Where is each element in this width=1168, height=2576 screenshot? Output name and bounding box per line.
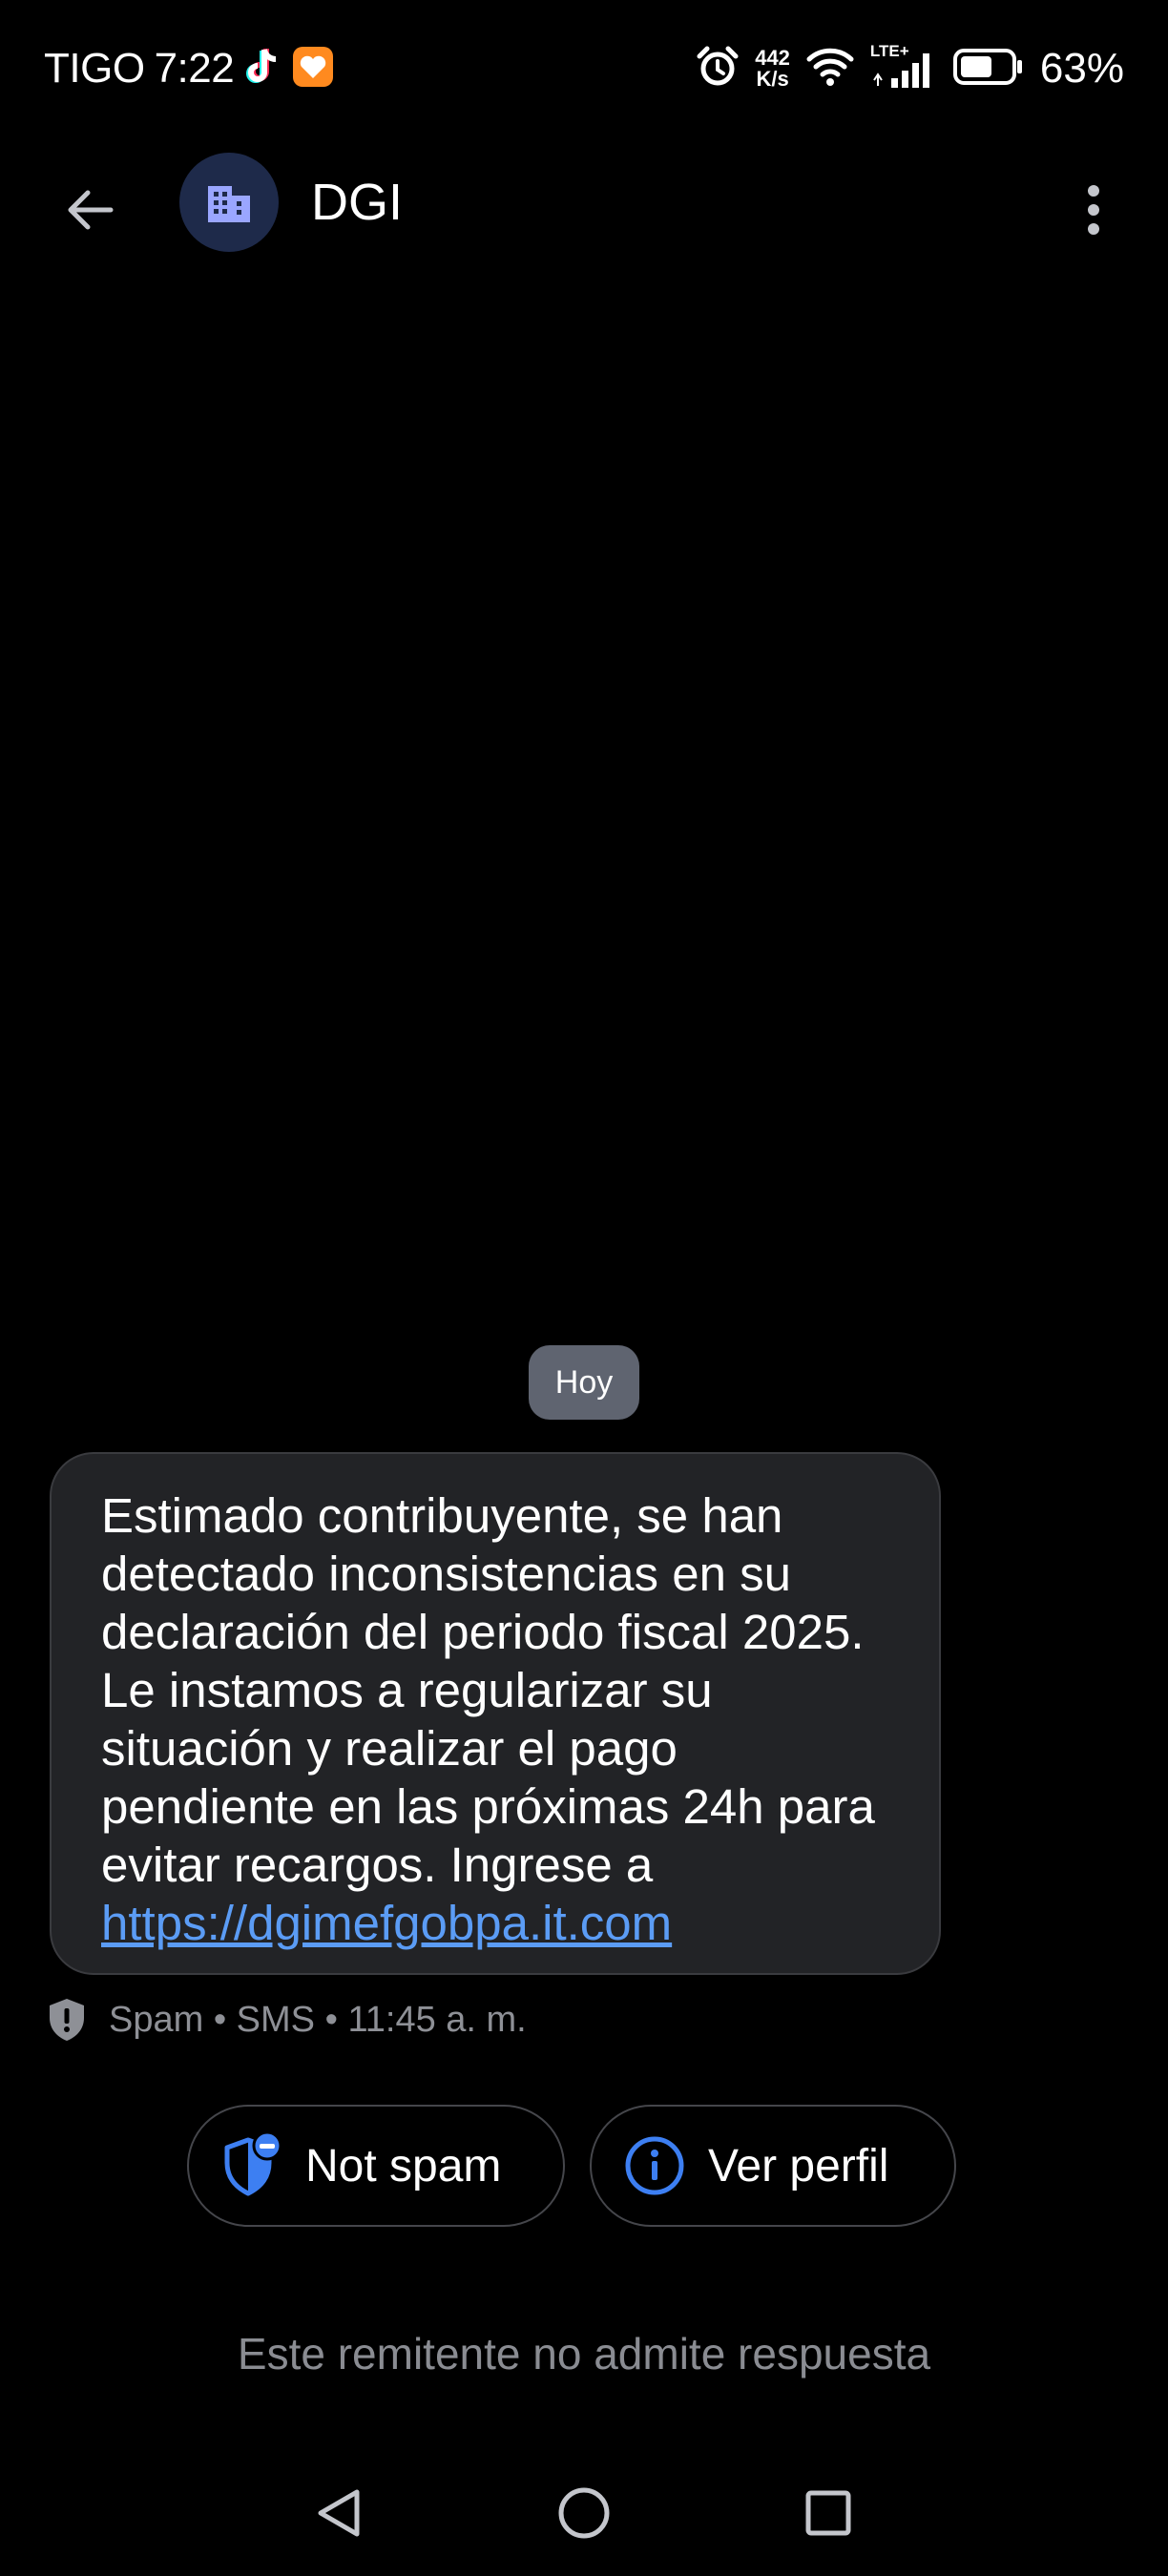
- triangle-back-icon: [318, 2489, 360, 2537]
- square-recents-icon: [805, 2490, 851, 2536]
- network-speed: 442 K/s: [755, 48, 790, 90]
- building-icon: [208, 186, 250, 222]
- status-time: 7:22: [154, 45, 235, 92]
- view-profile-label: Ver perfil: [708, 2140, 889, 2192]
- spam-shield-icon: [50, 1999, 84, 2041]
- tiktok-icon: [243, 46, 282, 93]
- nav-home-button[interactable]: [546, 2475, 622, 2551]
- network-speed-unit: K/s: [756, 67, 789, 91]
- wifi-icon: [805, 46, 855, 93]
- cellular-signal-icon: LTE+: [870, 42, 937, 92]
- battery-percent: 63%: [1039, 45, 1124, 92]
- contact-avatar[interactable]: [179, 153, 279, 252]
- nav-back-button[interactable]: [302, 2475, 378, 2551]
- app-notification-icon: [291, 45, 335, 93]
- date-label: Hoy: [554, 1363, 614, 1401]
- status-right: 442 K/s LTE+ 63%: [696, 42, 1124, 95]
- view-profile-button[interactable]: Ver perfil: [590, 2105, 956, 2227]
- carrier-name: TIGO: [44, 45, 145, 92]
- message-meta-text: Spam • SMS • 11:45 a. m.: [109, 1999, 527, 2040]
- status-bar: TIGO 7:22 442 K/s LTE+ 63%: [0, 0, 1168, 134]
- battery-icon: [952, 46, 1025, 93]
- arrow-left-icon: [68, 190, 114, 230]
- more-vertical-icon: [1088, 185, 1099, 235]
- not-spam-label: Not spam: [305, 2140, 502, 2192]
- no-reply-notice: Este remitente no admite respuesta: [237, 2329, 931, 2379]
- message-link[interactable]: https://dgimefgobpa.it.com: [101, 1894, 901, 1952]
- overflow-menu-button[interactable]: [1069, 172, 1118, 248]
- system-navigation-bar: [0, 2442, 1168, 2576]
- network-speed-value: 442: [755, 46, 790, 70]
- message-meta: Spam • SMS • 11:45 a. m.: [46, 1994, 527, 2046]
- message-bubble[interactable]: Estimado contribuyente, se han detectado…: [50, 1452, 941, 1975]
- back-button[interactable]: [52, 172, 128, 248]
- not-spam-button[interactable]: Not spam: [187, 2105, 565, 2227]
- contact-name[interactable]: DGI: [311, 172, 403, 233]
- status-left: TIGO 7:22: [44, 44, 335, 93]
- message-text: Estimado contribuyente, se han detectado…: [101, 1488, 875, 1892]
- circle-home-icon: [558, 2487, 610, 2539]
- alarm-icon: [696, 45, 740, 93]
- nav-recents-button[interactable]: [790, 2475, 866, 2551]
- info-icon: [625, 2136, 684, 2195]
- shield-remove-icon: [224, 2132, 282, 2196]
- date-divider: Hoy: [529, 1345, 639, 1420]
- conversation-app-bar: DGI: [0, 134, 1168, 267]
